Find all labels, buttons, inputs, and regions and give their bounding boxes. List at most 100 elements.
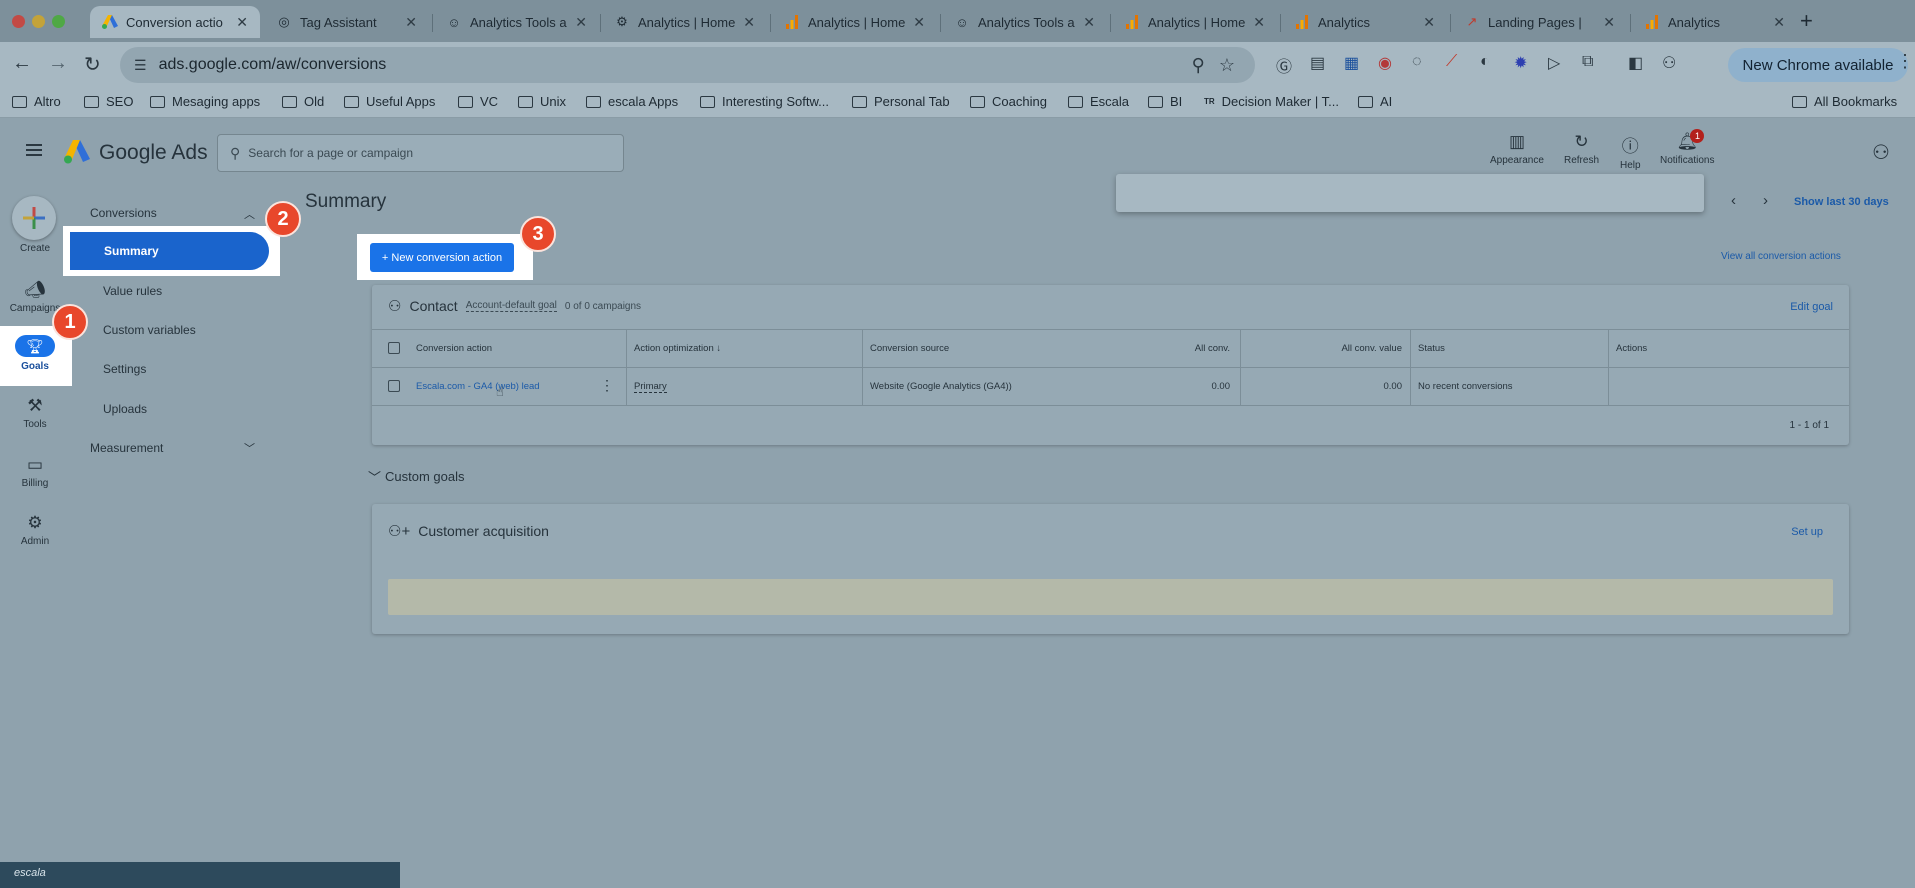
bookmark-folder[interactable]: VC xyxy=(458,94,498,109)
bookmark-folder[interactable]: SEO xyxy=(84,94,133,109)
close-tab-icon[interactable]: ✕ xyxy=(575,14,587,31)
side-panel-icon[interactable]: ◧ xyxy=(1628,53,1643,73)
bookmark-folder[interactable]: Altro xyxy=(12,94,61,109)
rail-goals[interactable]: 🏆︎ xyxy=(15,335,55,357)
maximize-window-button[interactable] xyxy=(52,15,65,28)
bookmark-folder[interactable]: Coaching xyxy=(970,94,1047,109)
close-tab-icon[interactable]: ✕ xyxy=(913,14,925,31)
view-all-conversion-actions-link[interactable]: View all conversion actions xyxy=(1721,251,1841,262)
back-arrow-icon[interactable]: ← xyxy=(12,52,32,75)
minimize-window-button[interactable] xyxy=(32,15,45,28)
site-settings-icon[interactable]: ☰ xyxy=(134,57,147,74)
close-tab-icon[interactable]: ✕ xyxy=(1603,14,1615,31)
extension-chart-icon[interactable]: ▦ xyxy=(1344,53,1359,73)
browser-tab-tag-assistant[interactable]: ◎ Tag Assistant ✕ xyxy=(264,6,429,38)
subnav-uploads[interactable]: Uploads xyxy=(103,402,147,416)
subnav-settings[interactable]: Settings xyxy=(103,362,146,376)
chevron-right-icon[interactable]: › xyxy=(1763,192,1768,209)
extension-trend-icon[interactable]: ⟋ xyxy=(1446,53,1457,71)
account-avatar-icon[interactable]: ⚇ xyxy=(1872,140,1890,165)
ads-search-input[interactable]: ⚲ Search for a page or campaign xyxy=(217,134,624,172)
bookmark-folder[interactable]: AI xyxy=(1358,94,1392,109)
hamburger-menu-icon[interactable] xyxy=(26,144,42,156)
subnav-value-rules[interactable]: Value rules xyxy=(103,284,162,298)
browser-tab-analytics-home[interactable]: Analytics | Home ✕ xyxy=(1112,6,1277,38)
notifications-button[interactable]: 🔔︎ 1 Notifications xyxy=(1660,129,1714,166)
close-tab-icon[interactable]: ✕ xyxy=(236,14,248,31)
zoom-icon[interactable]: ⚲ xyxy=(1192,55,1205,76)
google-ads-logo-icon[interactable] xyxy=(64,140,90,164)
extension-gear-icon[interactable]: ✹ xyxy=(1514,53,1527,73)
browser-tab-analytics[interactable]: Analytics ✕ xyxy=(1282,6,1447,38)
custom-goals-toggle[interactable]: ﹀ Custom goals xyxy=(368,467,465,486)
bookmark-folder[interactable]: Interesting Softw... xyxy=(700,94,829,109)
browser-tab-analytics-home[interactable]: ⚙ Analytics | Home ✕ xyxy=(602,6,767,38)
bookmark-link[interactable]: TR Decision Maker | T... xyxy=(1204,94,1339,109)
extension-tag-icon[interactable]: ◐ xyxy=(1480,53,1490,71)
subnav-conversions[interactable]: Conversions xyxy=(90,206,157,220)
bookmark-folder[interactable]: Mesaging apps xyxy=(150,94,260,109)
browser-tab-landing-pages[interactable]: ↗ Landing Pages | ✕ xyxy=(1452,6,1627,38)
refresh-button[interactable]: ↻ Refresh xyxy=(1564,132,1599,166)
rail-billing[interactable]: ▭ Billing xyxy=(0,455,70,489)
address-bar[interactable]: ☰ ads.google.com/aw/conversions ⚲ ☆ xyxy=(120,47,1255,83)
chevron-left-icon[interactable]: ‹ xyxy=(1731,192,1736,209)
help-button[interactable]: ⓘ Help xyxy=(1620,132,1641,171)
bookmark-star-icon[interactable]: ☆ xyxy=(1219,55,1235,76)
bookmark-folder[interactable]: Useful Apps xyxy=(344,94,435,109)
chrome-menu-icon[interactable]: ⋮ xyxy=(1896,51,1914,72)
extension-play-icon[interactable]: ▷ xyxy=(1548,53,1560,73)
bookmark-folder[interactable]: Old xyxy=(282,94,324,109)
date-range-popover[interactable] xyxy=(1116,174,1704,212)
bookmark-folder[interactable]: escala Apps xyxy=(586,94,678,109)
subnav-measurement[interactable]: Measurement xyxy=(90,441,163,455)
extension-grammarly-icon[interactable]: Ⓖ xyxy=(1276,53,1292,77)
close-window-button[interactable] xyxy=(12,15,25,28)
close-tab-icon[interactable]: ✕ xyxy=(1773,14,1785,31)
chevron-up-icon[interactable]: ︿ xyxy=(244,206,255,222)
browser-tab-analytics-tools[interactable]: ☺ Analytics Tools a ✕ xyxy=(942,6,1107,38)
subnav-custom-variables[interactable]: Custom variables xyxy=(103,323,196,337)
create-button[interactable] xyxy=(12,196,56,240)
close-tab-icon[interactable]: ✕ xyxy=(405,14,417,31)
appearance-button[interactable]: ▥ Appearance xyxy=(1490,132,1544,166)
action-optimization-header[interactable]: Action optimization ↓ xyxy=(634,343,721,354)
close-tab-icon[interactable]: ✕ xyxy=(1423,14,1435,31)
bookmark-folder[interactable]: BI xyxy=(1148,94,1182,109)
bookmark-folder[interactable]: Personal Tab xyxy=(852,94,950,109)
bookmark-folder[interactable]: Unix xyxy=(518,94,566,109)
browser-tab-conversion-actions[interactable]: Conversion actio ✕ xyxy=(90,6,260,38)
conversion-action-link[interactable]: Escala.com - GA4 (web) lead xyxy=(416,381,540,392)
edit-goal-link[interactable]: Edit goal xyxy=(1790,301,1833,313)
select-all-checkbox[interactable] xyxy=(388,342,400,354)
extension-reader-icon[interactable]: ▤ xyxy=(1310,53,1325,73)
help-icon: ⓘ xyxy=(1621,137,1639,156)
close-tab-icon[interactable]: ✕ xyxy=(1253,14,1265,31)
google-ads-icon xyxy=(102,14,118,30)
bookmark-folder[interactable]: Escala xyxy=(1068,94,1129,109)
new-tab-button[interactable]: + xyxy=(1800,8,1813,34)
subnav-summary[interactable]: Summary xyxy=(70,232,269,270)
more-vert-icon[interactable]: ⋮ xyxy=(600,377,614,394)
date-range-label[interactable]: Show last 30 days xyxy=(1794,196,1889,208)
chevron-down-icon[interactable]: ﹀ xyxy=(244,440,255,456)
extension-record-icon[interactable]: ◉ xyxy=(1378,53,1392,73)
profile-icon[interactable]: ⚇ xyxy=(1662,53,1676,73)
rail-tools[interactable]: ⚒ Tools xyxy=(0,396,70,430)
row-checkbox[interactable] xyxy=(388,380,400,392)
tr-favicon-icon: TR xyxy=(1204,97,1215,106)
forward-arrow-icon[interactable]: → xyxy=(48,52,68,75)
close-tab-icon[interactable]: ✕ xyxy=(1083,14,1095,31)
new-conversion-action-button[interactable]: + New conversion action xyxy=(370,243,514,272)
new-chrome-available-button[interactable]: New Chrome available xyxy=(1728,48,1908,82)
rail-admin[interactable]: ⚙ Admin xyxy=(0,513,70,547)
extension-globe-icon[interactable]: ◌ xyxy=(1412,53,1422,71)
close-tab-icon[interactable]: ✕ xyxy=(743,14,755,31)
browser-tab-analytics-home[interactable]: Analytics | Home ✕ xyxy=(772,6,937,38)
reload-icon[interactable]: ↻ xyxy=(84,52,101,77)
browser-tab-analytics[interactable]: Analytics ✕ xyxy=(1632,6,1797,38)
set-up-link[interactable]: Set up xyxy=(1791,526,1823,538)
browser-tab-analytics-tools[interactable]: ☺ Analytics Tools a ✕ xyxy=(434,6,599,38)
all-bookmarks[interactable]: All Bookmarks xyxy=(1792,94,1897,109)
extensions-puzzle-icon[interactable]: ⧉ xyxy=(1582,53,1593,71)
